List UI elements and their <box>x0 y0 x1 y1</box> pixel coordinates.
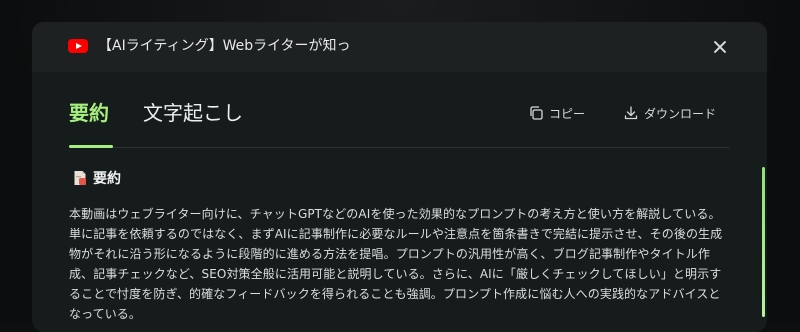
download-label: ダウンロード <box>644 106 717 121</box>
active-tab-indicator <box>69 145 113 148</box>
download-button[interactable]: ダウンロード <box>623 104 716 122</box>
tab-summary[interactable]: 要約 <box>69 98 109 128</box>
summary-text: 本動画はウェブライター向けに、チャットGPTなどのAIを使った効果的なプロンプト… <box>69 207 723 321</box>
summary-dialog: 【AIライティング】Webライターが知っ 要約 文字起こし コピー ダウンロード… <box>32 22 767 332</box>
dialog-title: 【AIライティング】Webライターが知っ <box>98 38 351 54</box>
dialog-header: 【AIライティング】Webライターが知っ <box>32 22 767 72</box>
copy-label: コピー <box>549 106 586 121</box>
copy-button[interactable]: コピー <box>528 104 585 122</box>
document-icon <box>74 171 86 185</box>
summary-heading-label: 要約 <box>93 171 121 187</box>
summary-heading: 要約 <box>73 168 121 188</box>
scrollbar-thumb[interactable] <box>762 167 765 317</box>
close-icon[interactable] <box>708 36 732 58</box>
download-icon <box>624 106 638 120</box>
copy-icon <box>530 106 543 120</box>
tab-transcript[interactable]: 文字起こし <box>143 98 243 128</box>
tabs-divider <box>69 147 729 148</box>
youtube-icon <box>68 39 88 53</box>
